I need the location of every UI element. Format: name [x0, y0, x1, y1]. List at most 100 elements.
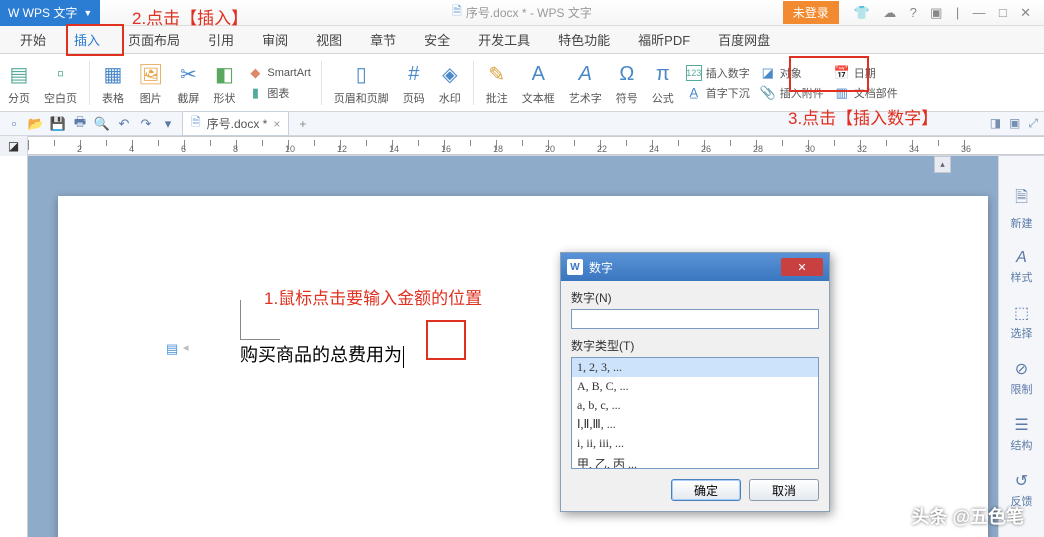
dialog-close-icon[interactable]: ✕	[781, 258, 823, 276]
menu-dev[interactable]: 开发工具	[464, 26, 544, 53]
feedback-icon: ↺	[1015, 471, 1028, 491]
list-item[interactable]: A, B, C, ...	[572, 377, 818, 396]
rb-blankpage[interactable]: ▫空白页	[40, 60, 81, 106]
new-tab-icon[interactable]: +	[299, 117, 306, 131]
menu-review[interactable]: 审阅	[248, 26, 302, 53]
number-type-listbox[interactable]: 1, 2, 3, ... A, B, C, ... a, b, c, ... Ⅰ…	[571, 357, 819, 469]
ruler-corner[interactable]: ◪	[0, 136, 28, 156]
list-item[interactable]: a, b, c, ...	[572, 396, 818, 415]
rb-table[interactable]: ▦表格	[98, 60, 128, 106]
page[interactable]: ▤ ◂ 购买商品的总费用为	[58, 196, 988, 537]
ok-button[interactable]: 确定	[671, 479, 741, 501]
chevron-down-icon: ▼	[83, 8, 92, 18]
menu-layout[interactable]: 页面布局	[114, 26, 194, 53]
select-icon: ⬚	[1014, 303, 1029, 323]
qat-right: ◨ ▣ ⤢	[990, 116, 1038, 131]
highlight-insert-number	[789, 56, 869, 92]
list-item[interactable]: 甲, 乙, 丙 ...	[572, 453, 818, 469]
rb-screenshot[interactable]: ✂截屏	[173, 60, 203, 106]
rb-picture[interactable]: 🖼图片	[134, 60, 167, 106]
menu-safety[interactable]: 安全	[410, 26, 464, 53]
rb-symbol[interactable]: Ω符号	[612, 60, 642, 106]
menu-view[interactable]: 视图	[302, 26, 356, 53]
dialog-body: 数字(N) 数字类型(T) 1, 2, 3, ... A, B, C, ... …	[561, 281, 829, 511]
rb-right-col1: 123插入数字 A̲首字下沉	[684, 64, 752, 102]
login-button[interactable]: 未登录	[783, 1, 839, 24]
rb-textbox[interactable]: A文本框	[518, 60, 559, 106]
document-text[interactable]: 购买商品的总费用为	[240, 341, 404, 368]
chat-icon[interactable]: ☁	[883, 5, 896, 20]
menu-start[interactable]: 开始	[6, 26, 60, 53]
text-cursor	[403, 346, 404, 368]
side-select[interactable]: ⬚选择	[1011, 303, 1033, 341]
qat-more-icon[interactable]: ▾	[160, 116, 176, 132]
side-panel: 🗎新建 A样式 ⬚选择 ⊘限制 ☰结构 ↺反馈	[998, 156, 1044, 537]
app-name-chip[interactable]: W WPS 文字 ▼	[0, 0, 100, 26]
shirt-icon[interactable]: 👕	[854, 5, 870, 20]
qat-new-icon[interactable]: ▫	[6, 116, 22, 132]
qat-open-icon[interactable]: 📂	[28, 116, 44, 132]
rb-wordart[interactable]: A艺术字	[565, 60, 606, 106]
ruler-vertical[interactable]	[0, 156, 28, 537]
menu-references[interactable]: 引用	[194, 26, 248, 53]
rb-pagenum[interactable]: #页码	[399, 60, 429, 106]
restore-icon[interactable]: ▣	[930, 5, 942, 20]
app-logo-icon: W	[8, 6, 19, 20]
annotation-2: 2.点击【插入】	[132, 4, 248, 29]
rb-smartart[interactable]: ◆SmartArt	[245, 64, 312, 82]
close-tab-icon[interactable]: ×	[273, 117, 280, 131]
menu-baidu[interactable]: 百度网盘	[704, 26, 784, 53]
qat-save-icon[interactable]: 💾	[50, 116, 66, 132]
rb-insert-number[interactable]: 123插入数字	[684, 64, 752, 82]
ruler-horizontal[interactable]: 24681012141618202224262830323436	[28, 136, 1044, 155]
qat-undo-icon[interactable]: ↶	[116, 116, 132, 132]
doc-tab[interactable]: 🗎 序号.docx * ×	[182, 111, 289, 136]
dialog-titlebar[interactable]: W 数字 ✕	[561, 253, 829, 281]
rb-shapes[interactable]: ◧形状	[209, 60, 239, 106]
highlight-insert-menu	[66, 24, 124, 56]
app-name: WPS 文字	[23, 4, 78, 21]
nav-pane-icon[interactable]: ▤	[166, 341, 178, 357]
ribbon-sep	[473, 61, 474, 105]
title-right: 未登录 👕 ☁ ? ▣ | — □ ✕	[783, 1, 1044, 24]
divider: |	[956, 5, 959, 20]
dialog-title: 数字	[589, 259, 613, 276]
qat-preview-icon[interactable]: 🔍	[94, 116, 110, 132]
rb-comment[interactable]: ✎批注	[482, 60, 512, 106]
help-icon[interactable]: ?	[910, 5, 917, 20]
watermark: 头条 @五色笔	[911, 503, 1024, 529]
nav-collapse-icon[interactable]: ◂	[183, 341, 189, 354]
menu-special[interactable]: 特色功能	[544, 26, 624, 53]
scroll-up-icon[interactable]: ▴	[934, 156, 951, 173]
side-structure[interactable]: ☰结构	[1011, 415, 1033, 453]
side-style[interactable]: A样式	[1011, 249, 1033, 285]
list-item[interactable]: 1, 2, 3, ...	[572, 358, 818, 377]
qat-print-icon[interactable]: 🖶	[72, 116, 88, 132]
close-icon[interactable]: ✕	[1020, 5, 1031, 20]
rb-formula[interactable]: π公式	[648, 60, 678, 106]
ribbon-sep	[321, 61, 322, 105]
qat-r3-icon[interactable]: ⤢	[1028, 116, 1038, 131]
rb-pagebreak[interactable]: ▤分页	[4, 60, 34, 106]
cancel-button[interactable]: 取消	[749, 479, 819, 501]
doc-icon: 🗎	[452, 2, 462, 23]
workspace: ▴ ▤ ◂ 购买商品的总费用为 🗎新建 A样式 ⬚选择 ⊘限制 ☰结构 ↺反馈	[0, 156, 1044, 537]
rb-watermark[interactable]: ◈水印	[435, 60, 465, 106]
list-item[interactable]: i, ii, iii, ...	[572, 434, 818, 453]
qat-r1-icon[interactable]: ◨	[990, 116, 1001, 131]
minimize-icon[interactable]: —	[973, 5, 986, 20]
qat-redo-icon[interactable]: ↷	[138, 116, 154, 132]
qat-r2-icon[interactable]: ▣	[1009, 116, 1020, 131]
menu-foxit[interactable]: 福昕PDF	[624, 26, 704, 53]
rb-dropcap[interactable]: A̲首字下沉	[684, 84, 752, 102]
label-number: 数字(N)	[571, 289, 819, 306]
doc-tab-label: 序号.docx *	[207, 115, 268, 132]
side-restrict[interactable]: ⊘限制	[1011, 359, 1033, 397]
maximize-icon[interactable]: □	[999, 5, 1007, 20]
list-item[interactable]: Ⅰ,Ⅱ,Ⅲ, ...	[572, 415, 818, 434]
side-new[interactable]: 🗎新建	[1011, 186, 1033, 231]
number-input[interactable]	[571, 309, 819, 329]
menu-section[interactable]: 章节	[356, 26, 410, 53]
rb-headerfooter[interactable]: ▯页眉和页脚	[330, 60, 393, 106]
rb-chart[interactable]: ▮图表	[245, 84, 312, 102]
